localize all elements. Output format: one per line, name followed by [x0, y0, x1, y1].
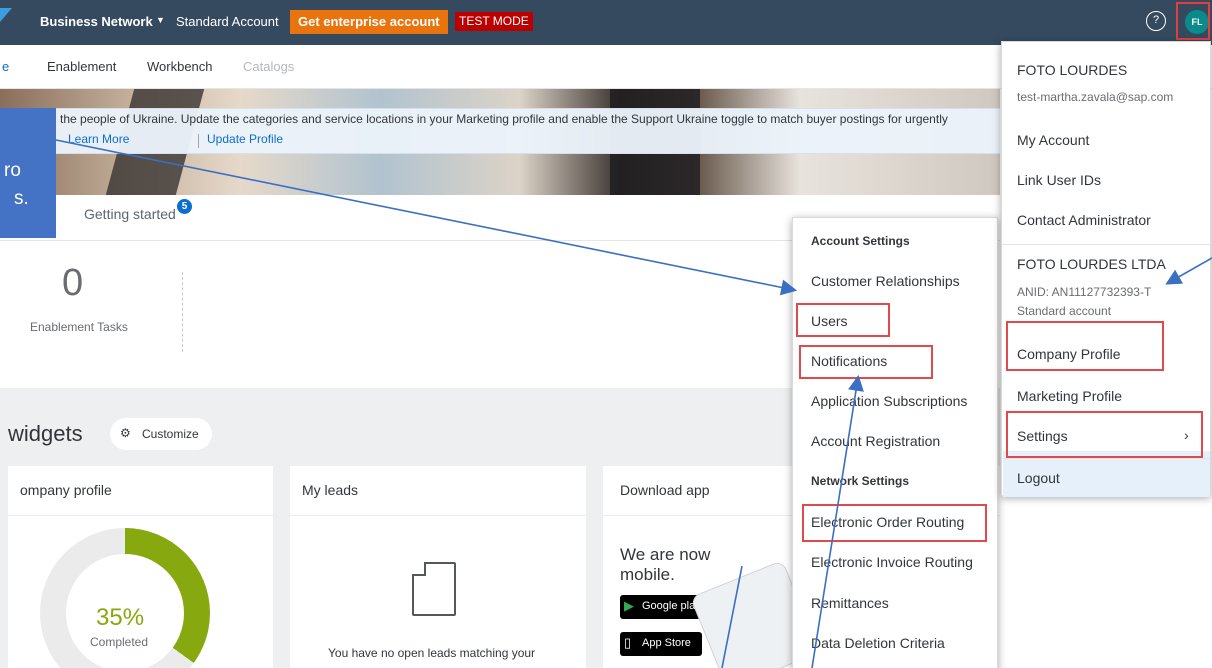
company-profile-highlight-box — [1006, 321, 1164, 371]
divider — [290, 515, 586, 516]
menu-item-remittances[interactable]: Remittances — [811, 595, 889, 611]
apple-icon: ▯ — [624, 635, 632, 650]
customize-button[interactable]: ⚙ Customize — [110, 418, 212, 450]
mobile-promo-line: We are now — [620, 545, 711, 564]
menu-item-my-account[interactable]: My Account — [1017, 132, 1089, 148]
order-routing-highlight-box — [802, 504, 987, 542]
network-settings-header: Network Settings — [811, 474, 910, 488]
menu-item-customer-relationships[interactable]: Customer Relationships — [811, 273, 960, 289]
play-icon: ▶ — [624, 598, 634, 613]
callout-line: ro — [4, 160, 21, 181]
learn-more-link[interactable]: Learn More — [68, 132, 129, 146]
document-icon — [412, 562, 456, 616]
enablement-tasks-label: Enablement Tasks — [30, 320, 128, 334]
account-type-label: Standard Account — [176, 14, 279, 29]
menu-item-application-subscriptions[interactable]: Application Subscriptions — [811, 393, 967, 409]
divider — [8, 515, 273, 516]
document-fold — [412, 562, 426, 576]
mobile-promo-line: mobile. — [620, 565, 675, 584]
card-title: Download app — [620, 482, 710, 498]
google-play-badge[interactable]: ▶ Google play — [620, 595, 702, 619]
getting-started-badge: 5 — [177, 199, 192, 214]
mobile-promo-text: We are now mobile. — [620, 545, 730, 585]
app-store-badge[interactable]: ▯ App Store — [620, 632, 702, 656]
brand-name[interactable]: Business Network — [40, 14, 153, 29]
customize-icon: ⚙ — [120, 426, 131, 440]
account-settings-header: Account Settings — [811, 234, 910, 248]
nav-item-home[interactable]: e — [2, 59, 9, 74]
profile-completion-percent: 35% — [96, 604, 145, 631]
company-name: FOTO LOURDES LTDA — [1017, 256, 1166, 272]
banner-separator — [198, 134, 199, 148]
menu-item-marketing-profile[interactable]: Marketing Profile — [1017, 388, 1122, 404]
settings-submenu: Account Settings Customer Relationships … — [792, 217, 998, 668]
profile-completion-status: Completed — [90, 635, 149, 649]
menu-item-account-registration[interactable]: Account Registration — [811, 433, 940, 449]
top-bar: Business Network ▼ Standard Account Get … — [0, 0, 1212, 45]
callout-line: s. — [14, 188, 29, 209]
help-icon[interactable]: ? — [1146, 11, 1166, 31]
menu-item-logout[interactable]: Logout — [1017, 470, 1060, 486]
menu-item-link-user-ids[interactable]: Link User IDs — [1017, 172, 1101, 188]
no-leads-message: You have no open leads matching your — [328, 646, 536, 660]
banner-text: the people of Ukraine. Update the catego… — [60, 112, 948, 126]
menu-item-contact-administrator[interactable]: Contact Administrator — [1017, 212, 1151, 228]
test-mode-badge: TEST MODE — [455, 12, 533, 31]
divider — [1002, 458, 1210, 459]
brand-dropdown-caret-icon[interactable]: ▼ — [156, 15, 165, 25]
avatar-highlight-box — [1176, 2, 1210, 40]
update-profile-link[interactable]: Update Profile — [207, 132, 283, 146]
ukraine-banner: the people of Ukraine. Update the catego… — [55, 108, 1000, 154]
user-email: test-martha.zavala@sap.com — [1017, 90, 1174, 104]
users-highlight-box — [796, 303, 890, 337]
logo-icon — [0, 8, 12, 22]
menu-item-electronic-invoice-routing[interactable]: Electronic Invoice Routing — [811, 554, 973, 570]
annotation-callout: ro s. — [0, 108, 56, 238]
nav-item-enablement[interactable]: Enablement — [47, 59, 116, 74]
card-title: My leads — [302, 482, 359, 498]
nav-item-workbench[interactable]: Workbench — [147, 59, 213, 74]
store-label: App Store — [642, 637, 691, 649]
settings-highlight-box — [1006, 411, 1203, 458]
get-enterprise-account-button[interactable]: Get enterprise account — [290, 10, 448, 34]
tab-getting-started[interactable]: Getting started — [84, 206, 176, 222]
card-title: ompany profile — [20, 482, 112, 498]
divider — [182, 272, 183, 352]
notifications-highlight-box — [799, 345, 933, 379]
user-name: FOTO LOURDES — [1017, 62, 1128, 78]
company-anid: ANID: AN11127732393-T — [1017, 285, 1152, 299]
widgets-title: widgets — [8, 421, 83, 446]
nav-item-catalogs[interactable]: Catalogs — [243, 59, 294, 74]
enablement-tasks-count[interactable]: 0 — [62, 262, 83, 305]
company-account-level: Standard account — [1017, 304, 1112, 318]
divider — [1002, 244, 1210, 245]
menu-item-data-deletion-criteria[interactable]: Data Deletion Criteria — [811, 635, 945, 651]
customize-label: Customize — [142, 427, 199, 441]
